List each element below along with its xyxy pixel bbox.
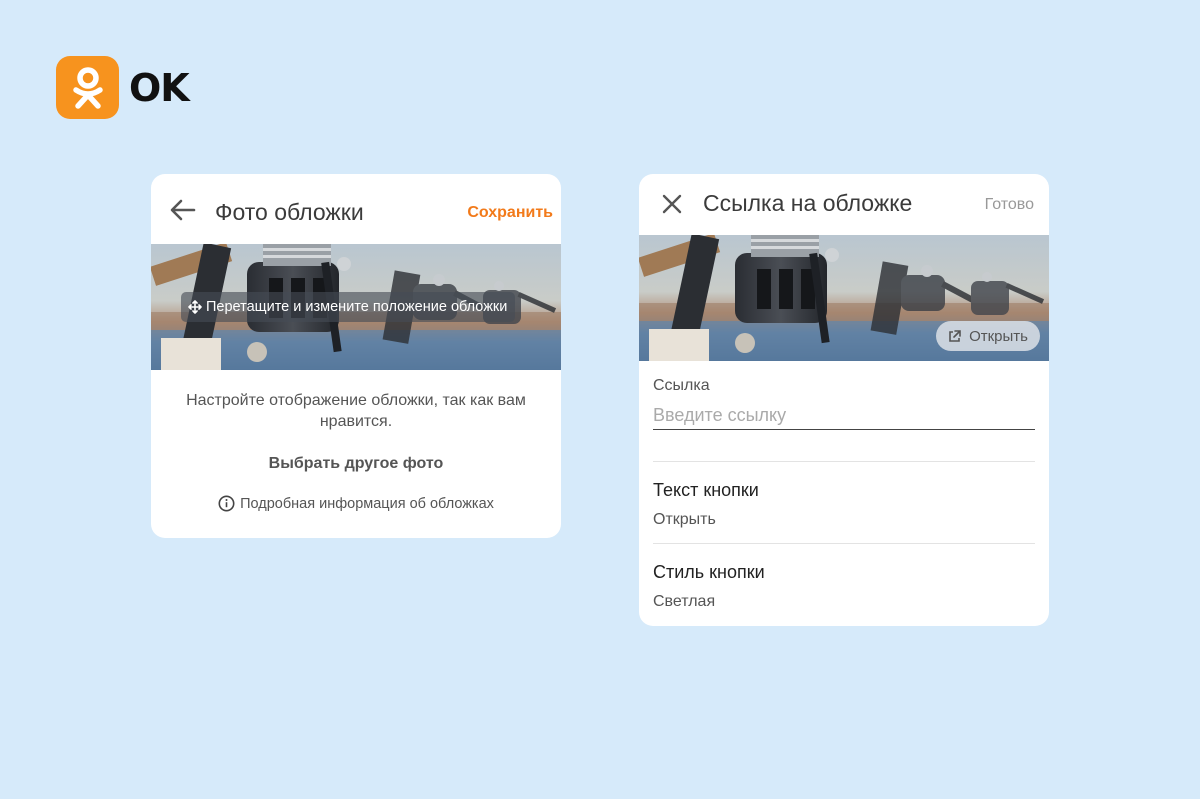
button-text-value: Открыть <box>653 511 716 528</box>
save-button[interactable]: Сохранить <box>467 204 553 222</box>
info-icon <box>218 495 235 512</box>
cover-photo-preview: Открыть <box>639 235 1049 361</box>
cover-photo-editor-card: Фото обложки Сохранить Перетащите и изме… <box>151 174 561 538</box>
logo-wordmark: OK <box>129 65 190 110</box>
move-arrows-icon <box>188 300 202 314</box>
cover-link-header: Ссылка на обложке Готово <box>639 174 1049 235</box>
ok-logo: OK <box>56 56 190 119</box>
open-link-button[interactable]: Открыть <box>936 321 1040 351</box>
button-text-title: Текст кнопки <box>653 480 759 500</box>
button-style-value: Светлая <box>653 593 716 610</box>
cover-editor-header: Фото обложки Сохранить <box>151 174 561 244</box>
cover-info-link[interactable]: Подробная информация об обложках <box>151 495 561 512</box>
divider <box>653 461 1035 462</box>
external-link-icon <box>948 329 961 343</box>
divider <box>653 543 1035 544</box>
cover-link-card: Ссылка на обложке Готово Открыть Ссылка … <box>639 174 1049 626</box>
choose-other-photo-button[interactable]: Выбрать другое фото <box>269 455 444 473</box>
page-title: Фото обложки <box>215 199 364 225</box>
info-label: Подробная информация об обложках <box>240 495 494 512</box>
link-input[interactable] <box>653 401 1035 430</box>
open-link-label: Открыть <box>969 327 1028 345</box>
close-icon[interactable] <box>658 190 686 218</box>
link-field-label: Ссылка <box>653 377 710 394</box>
button-style-title: Стиль кнопки <box>653 562 765 582</box>
page-title: Ссылка на обложке <box>703 190 913 216</box>
drag-hint-text: Перетащите и измените положение обложки <box>206 299 508 315</box>
button-text-setting[interactable]: Текст кнопки Открыть <box>653 480 1035 529</box>
cover-description: Настройте отображение обложки, так как в… <box>186 392 526 430</box>
done-button[interactable]: Готово <box>985 196 1034 214</box>
cover-photo-preview[interactable]: Перетащите и измените положение обложки <box>151 244 561 370</box>
button-style-setting[interactable]: Стиль кнопки Светлая <box>653 562 1035 611</box>
drag-hint-badge: Перетащите и измените положение обложки <box>181 292 516 322</box>
arrow-left-icon[interactable] <box>169 196 197 224</box>
odnoklassniki-logo-icon <box>56 56 119 119</box>
